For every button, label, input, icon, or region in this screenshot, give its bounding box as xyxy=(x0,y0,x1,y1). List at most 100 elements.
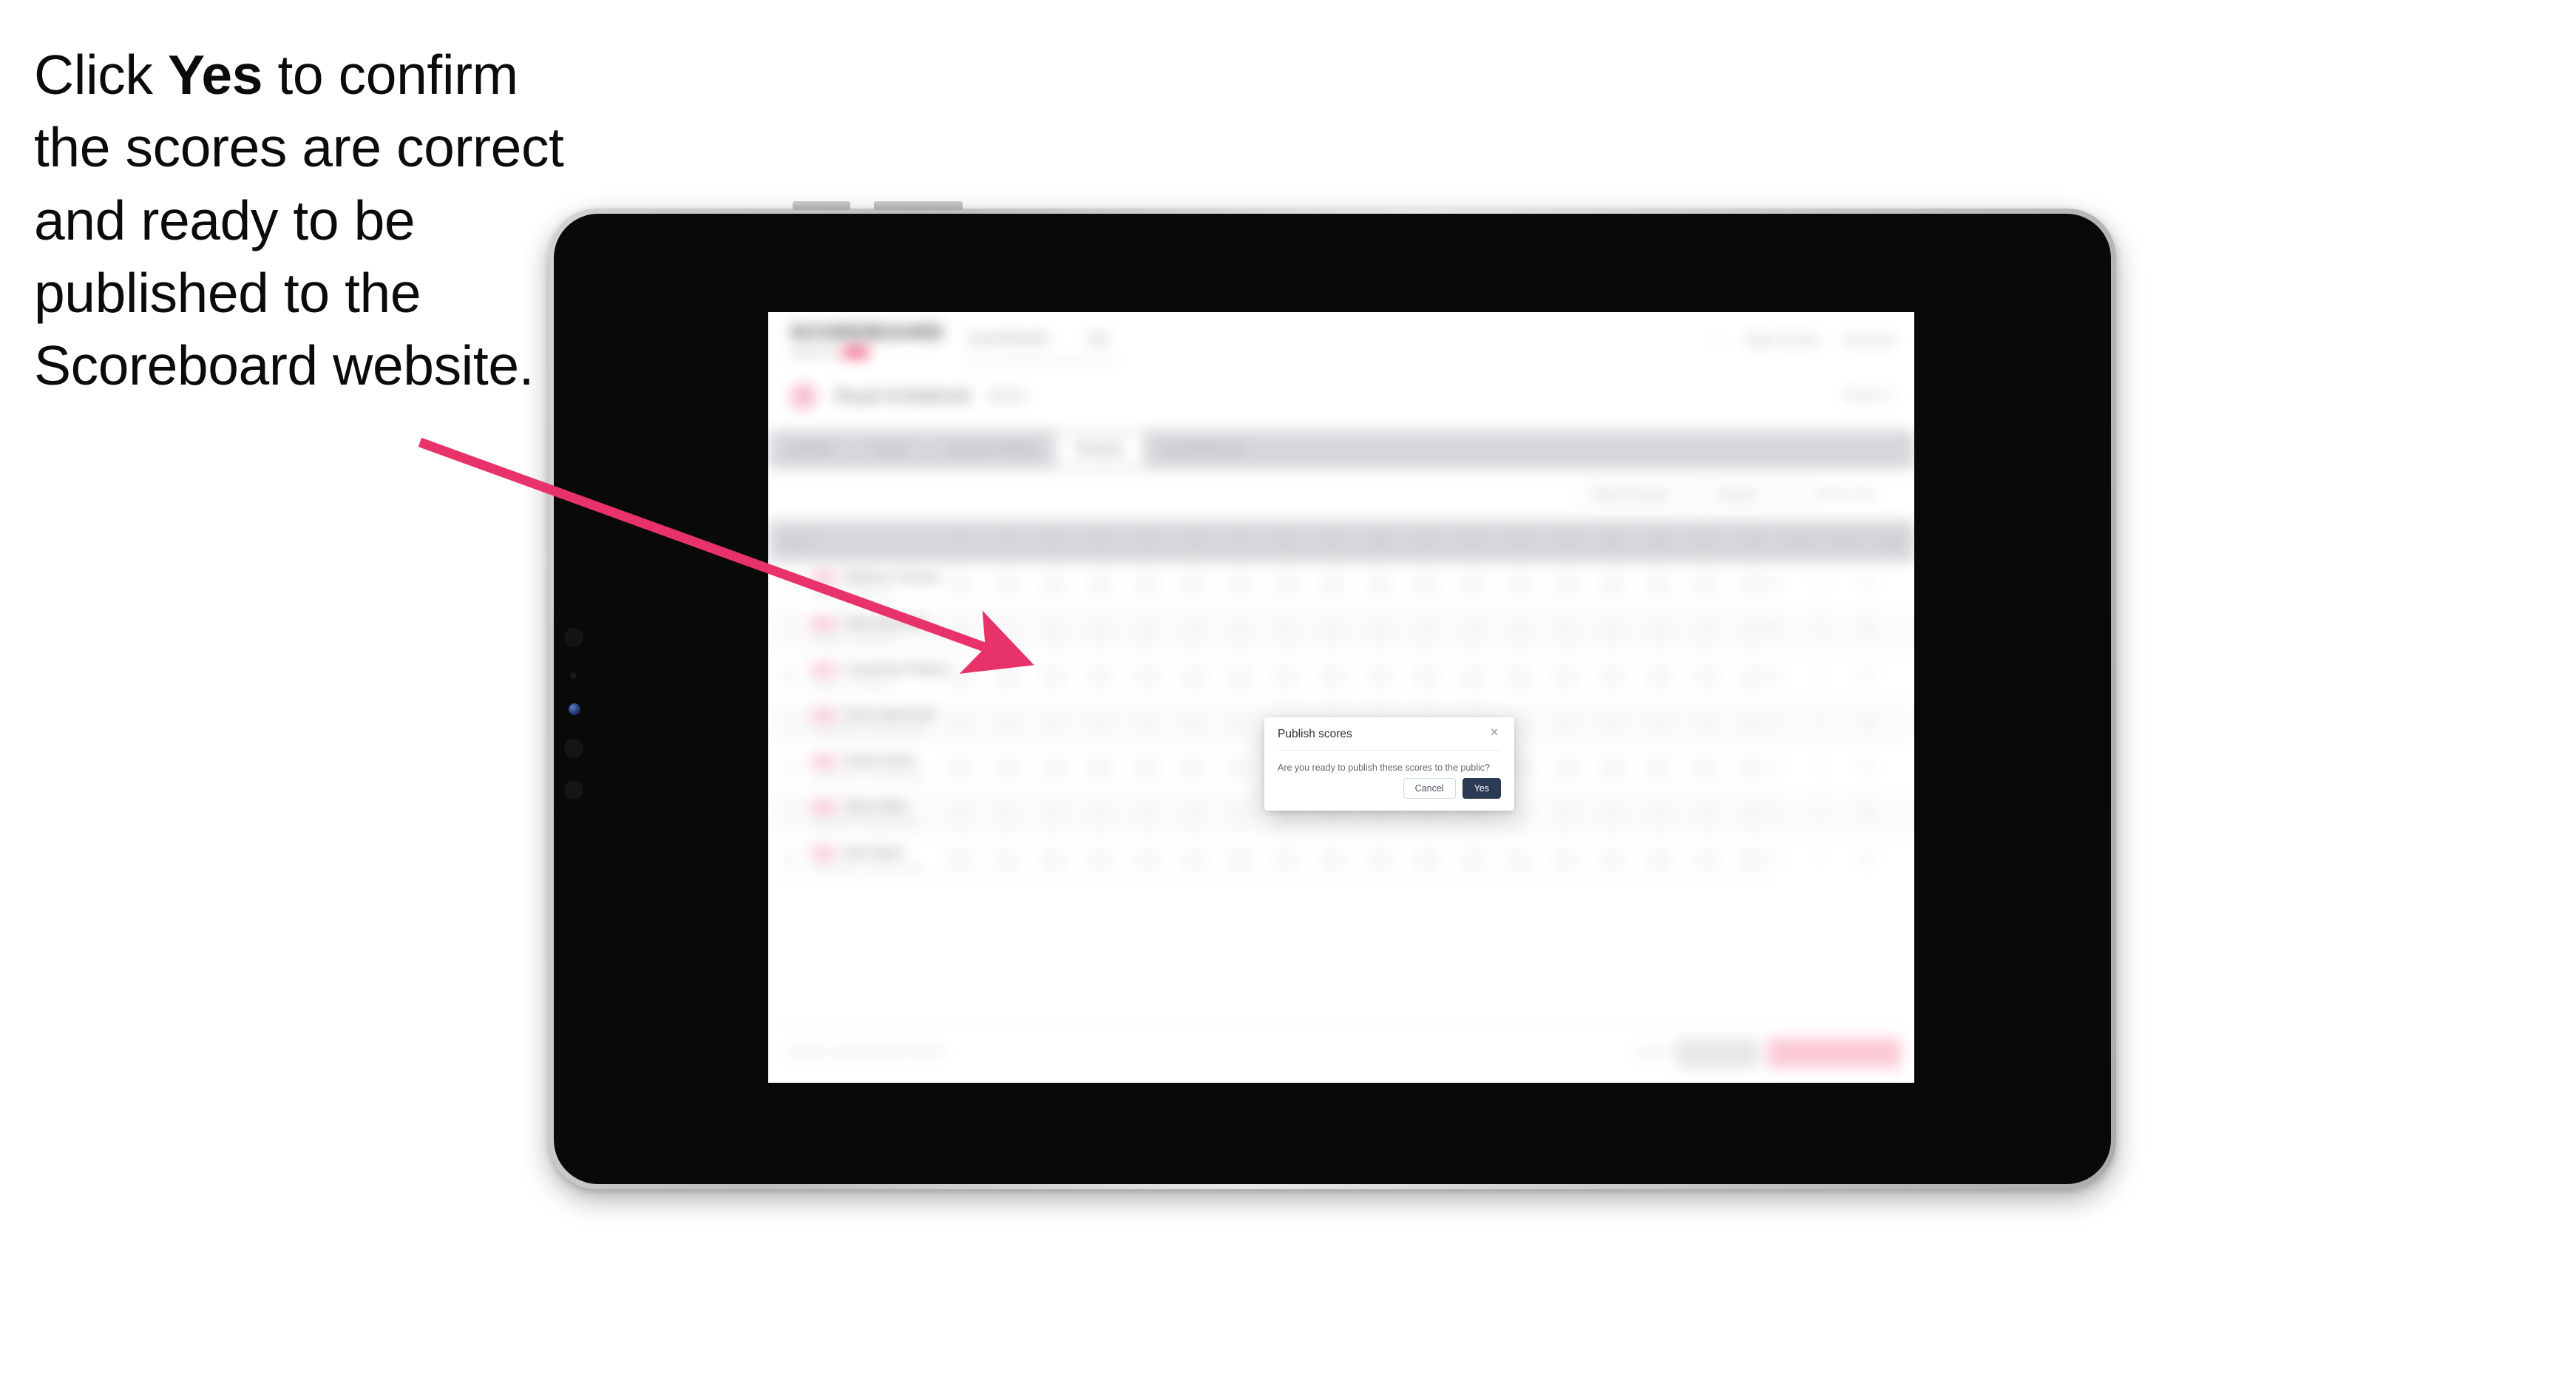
tab-details[interactable]: Details xyxy=(768,442,853,458)
score-cell[interactable] xyxy=(1647,572,1672,598)
score-cell[interactable] xyxy=(1088,618,1113,643)
score-cell[interactable] xyxy=(994,618,1020,643)
score-cell[interactable] xyxy=(1600,618,1625,643)
score-cell[interactable] xyxy=(1507,572,1532,598)
score-cell[interactable] xyxy=(1274,572,1299,598)
nav-item-scoreboard[interactable]: Scoreboard xyxy=(968,330,1048,348)
score-cell[interactable] xyxy=(1460,618,1485,643)
score-cell[interactable] xyxy=(994,756,1020,781)
score-cell[interactable] xyxy=(1367,618,1392,643)
score-cell[interactable] xyxy=(1321,572,1346,598)
score-cell[interactable] xyxy=(1740,710,1765,735)
score-cell[interactable] xyxy=(1321,618,1346,643)
score-cell[interactable] xyxy=(1227,572,1253,598)
score-cell[interactable] xyxy=(1181,756,1206,781)
score-cell[interactable] xyxy=(1134,664,1159,689)
score-cell[interactable] xyxy=(1227,848,1253,873)
score-cell[interactable] xyxy=(1274,618,1299,643)
row-checkbox[interactable] xyxy=(782,713,799,731)
score-cell[interactable] xyxy=(948,618,973,643)
score-cell[interactable] xyxy=(1740,664,1765,689)
yes-button[interactable]: Yes xyxy=(1462,777,1501,799)
table-row[interactable]: Matthew Thomas Player 1 / Group A 68 T1 OK xyxy=(768,562,1914,609)
score-cell[interactable] xyxy=(1693,710,1718,735)
row-checkbox[interactable] xyxy=(782,667,799,685)
score-cell[interactable] xyxy=(1134,572,1159,598)
score-cell[interactable] xyxy=(1740,848,1765,873)
score-cell[interactable] xyxy=(1693,848,1718,873)
score-cell[interactable] xyxy=(994,710,1020,735)
score-cell[interactable] xyxy=(1600,848,1625,873)
score-cell[interactable] xyxy=(1041,710,1066,735)
section-tab-bar[interactable]: Details Draw Section Totals Results Lead… xyxy=(768,430,1914,469)
score-cell[interactable] xyxy=(1088,756,1113,781)
score-cell[interactable] xyxy=(1553,756,1579,781)
score-cell[interactable] xyxy=(1274,848,1299,873)
score-cell[interactable] xyxy=(1740,756,1765,781)
score-cell[interactable] xyxy=(1227,756,1253,781)
score-cell[interactable] xyxy=(1041,802,1066,827)
score-cell[interactable] xyxy=(994,848,1020,873)
score-cell[interactable] xyxy=(994,664,1020,689)
score-cell[interactable] xyxy=(948,664,973,689)
row-checkbox[interactable] xyxy=(782,805,799,822)
score-cell[interactable] xyxy=(1693,802,1718,827)
score-cell[interactable] xyxy=(1740,618,1765,643)
nav-item-account[interactable]: Account xyxy=(1844,333,1895,349)
score-cell[interactable] xyxy=(1088,710,1113,735)
nav-item-go[interactable]: Go xyxy=(1088,330,1109,348)
score-cell[interactable] xyxy=(1507,618,1532,643)
score-cell[interactable] xyxy=(1460,664,1485,689)
table-row[interactable]: Nick Baker Westside / Country Club 73 7 OK xyxy=(768,837,1914,884)
score-cell[interactable] xyxy=(1134,618,1159,643)
score-cell[interactable] xyxy=(1088,802,1113,827)
tab-draw[interactable]: Draw xyxy=(853,442,926,458)
score-cell[interactable] xyxy=(1600,664,1625,689)
score-cell[interactable] xyxy=(1693,664,1718,689)
score-cell[interactable] xyxy=(1600,710,1625,735)
score-cell[interactable] xyxy=(1041,848,1066,873)
score-cell[interactable] xyxy=(1227,710,1253,735)
score-cell[interactable] xyxy=(1041,618,1066,643)
score-cell[interactable] xyxy=(1553,618,1579,643)
score-cell[interactable] xyxy=(948,572,973,598)
score-cell[interactable] xyxy=(1553,848,1579,873)
score-cell[interactable] xyxy=(1553,802,1579,827)
save-button[interactable] xyxy=(1676,1038,1759,1068)
score-cell[interactable] xyxy=(1647,802,1672,827)
row-checkbox[interactable] xyxy=(782,575,799,593)
score-cell[interactable] xyxy=(1367,848,1392,873)
score-cell[interactable] xyxy=(1134,848,1159,873)
score-cell[interactable] xyxy=(1041,572,1066,598)
score-cell[interactable] xyxy=(1647,848,1672,873)
score-cell[interactable] xyxy=(1134,802,1159,827)
score-cell[interactable] xyxy=(1181,848,1206,873)
filter-round-dropdown[interactable]: Round xyxy=(1704,481,1818,509)
score-cell[interactable] xyxy=(1274,664,1299,689)
row-checkbox[interactable] xyxy=(782,621,799,639)
footer-cancel-link[interactable]: Cancel xyxy=(1633,1046,1670,1059)
row-checkbox[interactable] xyxy=(782,759,799,777)
score-cell[interactable] xyxy=(1088,664,1113,689)
score-cell[interactable] xyxy=(1693,756,1718,781)
top-navigation[interactable]: Scoreboard Go xyxy=(968,330,1109,348)
score-cell[interactable] xyxy=(1507,664,1532,689)
score-cell[interactable] xyxy=(1460,848,1485,873)
score-cell[interactable] xyxy=(1181,572,1206,598)
tablet-power-button[interactable] xyxy=(874,201,963,210)
score-cell[interactable] xyxy=(1134,756,1159,781)
score-cell[interactable] xyxy=(994,802,1020,827)
score-cell[interactable] xyxy=(1600,802,1625,827)
score-cell[interactable] xyxy=(948,710,973,735)
close-icon[interactable]: × xyxy=(1486,725,1502,741)
score-cell[interactable] xyxy=(1367,572,1392,598)
score-cell[interactable] xyxy=(1647,618,1672,643)
score-cell[interactable] xyxy=(1647,710,1672,735)
score-cell[interactable] xyxy=(1041,756,1066,781)
score-cell[interactable] xyxy=(1041,664,1066,689)
score-cell[interactable] xyxy=(1088,848,1113,873)
tablet-volume-button[interactable] xyxy=(793,201,850,210)
score-cell[interactable] xyxy=(1321,848,1346,873)
row-checkbox[interactable] xyxy=(782,851,799,868)
score-cell[interactable] xyxy=(1414,572,1439,598)
